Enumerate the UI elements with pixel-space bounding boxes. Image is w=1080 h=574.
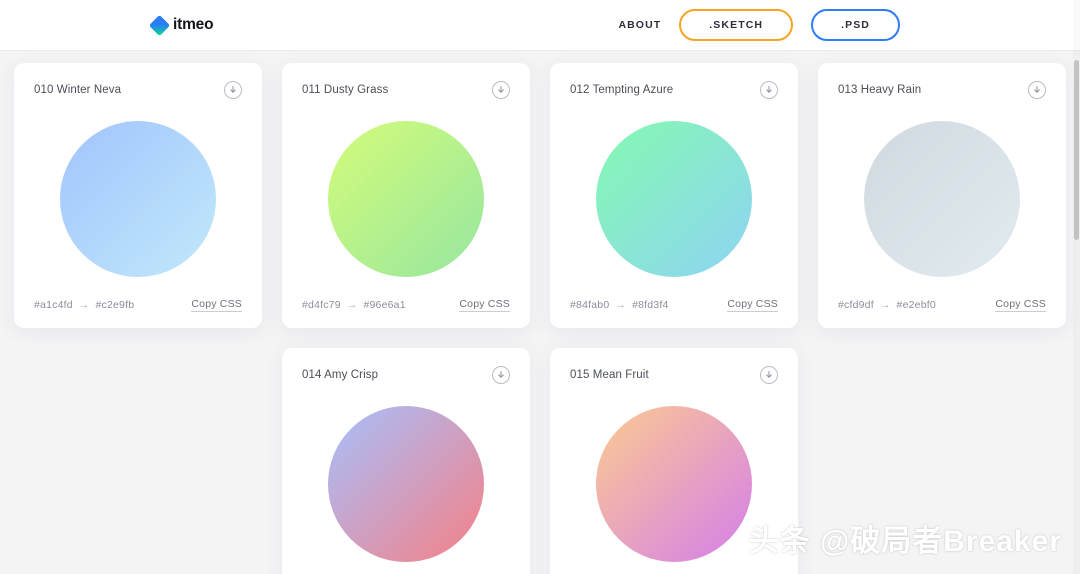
gradient-preview — [570, 99, 778, 298]
page-viewport: #f6d365→#fda085 Copy CSS #fbc2eb→#a6c1ee… — [0, 0, 1080, 574]
brand-logo[interactable]: itmeo — [152, 16, 213, 34]
gradient-circle — [60, 121, 216, 277]
gradient-card[interactable]: 011 Dusty Grass #d4fc79→#96e6a1 Copy CSS — [282, 63, 530, 328]
gradient-hex-from: #cfd9df — [838, 299, 874, 311]
gradient-preview — [302, 384, 510, 574]
gradient-circle — [596, 406, 752, 562]
diamond-logo-icon — [149, 14, 170, 35]
gradient-card[interactable]: 012 Tempting Azure #84fab0→#8fd3f4 Copy … — [550, 63, 798, 328]
gradient-hex-range: #84fab0→#8fd3f4 — [570, 299, 669, 311]
brand-name: itmeo — [173, 16, 213, 34]
download-circle-icon[interactable] — [492, 81, 510, 99]
gradient-card[interactable]: 013 Heavy Rain #cfd9df→#e2ebf0 Copy CSS — [818, 63, 1066, 328]
site-header: itmeo ABOUT .SKETCH .PSD — [0, 0, 1080, 51]
gradient-circle — [328, 406, 484, 562]
arrow-icon: → — [874, 299, 897, 311]
gradient-title: 010 Winter Neva — [34, 84, 121, 96]
gradient-hex-range: #a1c4fd→#c2e9fb — [34, 299, 134, 311]
card-header: 015 Mean Fruit — [570, 366, 778, 384]
card-header: 011 Dusty Grass — [302, 81, 510, 99]
card-header: 013 Heavy Rain — [838, 81, 1046, 99]
card-footer: #d4fc79→#96e6a1 Copy CSS — [302, 298, 510, 312]
gradient-hex-to: #96e6a1 — [363, 299, 405, 311]
copy-css-button[interactable]: Copy CSS — [191, 298, 242, 312]
arrow-icon: → — [609, 299, 632, 311]
arrow-icon: → — [341, 299, 364, 311]
gradient-title: 015 Mean Fruit — [570, 369, 649, 381]
arrow-icon: → — [73, 299, 96, 311]
gradient-card[interactable]: 015 Mean Fruit #fccb90→#d57eeb Copy CSS — [550, 348, 798, 574]
download-sketch-button[interactable]: .SKETCH — [679, 9, 793, 41]
gradient-title: 013 Heavy Rain — [838, 84, 921, 96]
card-header: 010 Winter Neva — [34, 81, 242, 99]
gradient-preview — [570, 384, 778, 574]
gradient-hex-from: #d4fc79 — [302, 299, 341, 311]
gradient-hex-to: #c2e9fb — [95, 299, 134, 311]
gradient-hex-from: #a1c4fd — [34, 299, 73, 311]
page-scrollbar-thumb[interactable] — [1074, 60, 1079, 240]
card-header: 014 Amy Crisp — [302, 366, 510, 384]
copy-css-button[interactable]: Copy CSS — [459, 298, 510, 312]
gradient-card[interactable]: 010 Winter Neva #a1c4fd→#c2e9fb Copy CSS — [14, 63, 262, 328]
card-header: 012 Tempting Azure — [570, 81, 778, 99]
gradient-card-grid: 010 Winter Neva #a1c4fd→#c2e9fb Copy CSS… — [0, 63, 1080, 574]
gradient-card[interactable]: 014 Amy Crisp #a6c0fe→#f68084 Copy CSS — [282, 348, 530, 574]
gradient-preview — [838, 99, 1046, 298]
gradient-hex-from: #84fab0 — [570, 299, 609, 311]
card-footer: #84fab0→#8fd3f4 Copy CSS — [570, 298, 778, 312]
gradient-circle — [328, 121, 484, 277]
gradient-hex-to: #e2ebf0 — [897, 299, 936, 311]
nav-item-about[interactable]: ABOUT — [618, 19, 661, 31]
gradient-preview — [34, 99, 242, 298]
download-circle-icon[interactable] — [1028, 81, 1046, 99]
gradient-title: 011 Dusty Grass — [302, 84, 388, 96]
gradient-title: 014 Amy Crisp — [302, 369, 378, 381]
gradient-title: 012 Tempting Azure — [570, 84, 673, 96]
download-circle-icon[interactable] — [224, 81, 242, 99]
gradient-hex-range: #d4fc79→#96e6a1 — [302, 299, 406, 311]
gradient-hex-to: #8fd3f4 — [632, 299, 668, 311]
gradient-circle — [864, 121, 1020, 277]
download-circle-icon[interactable] — [760, 81, 778, 99]
gradient-circle — [596, 121, 752, 277]
card-footer: #cfd9df→#e2ebf0 Copy CSS — [838, 298, 1046, 312]
download-circle-icon[interactable] — [760, 366, 778, 384]
card-footer: #a1c4fd→#c2e9fb Copy CSS — [34, 298, 242, 312]
download-circle-icon[interactable] — [492, 366, 510, 384]
copy-css-button[interactable]: Copy CSS — [995, 298, 1046, 312]
download-psd-button[interactable]: .PSD — [811, 9, 900, 41]
header-nav: ABOUT .SKETCH .PSD — [618, 9, 1060, 41]
gradient-preview — [302, 99, 510, 298]
gradient-hex-range: #cfd9df→#e2ebf0 — [838, 299, 936, 311]
copy-css-button[interactable]: Copy CSS — [727, 298, 778, 312]
